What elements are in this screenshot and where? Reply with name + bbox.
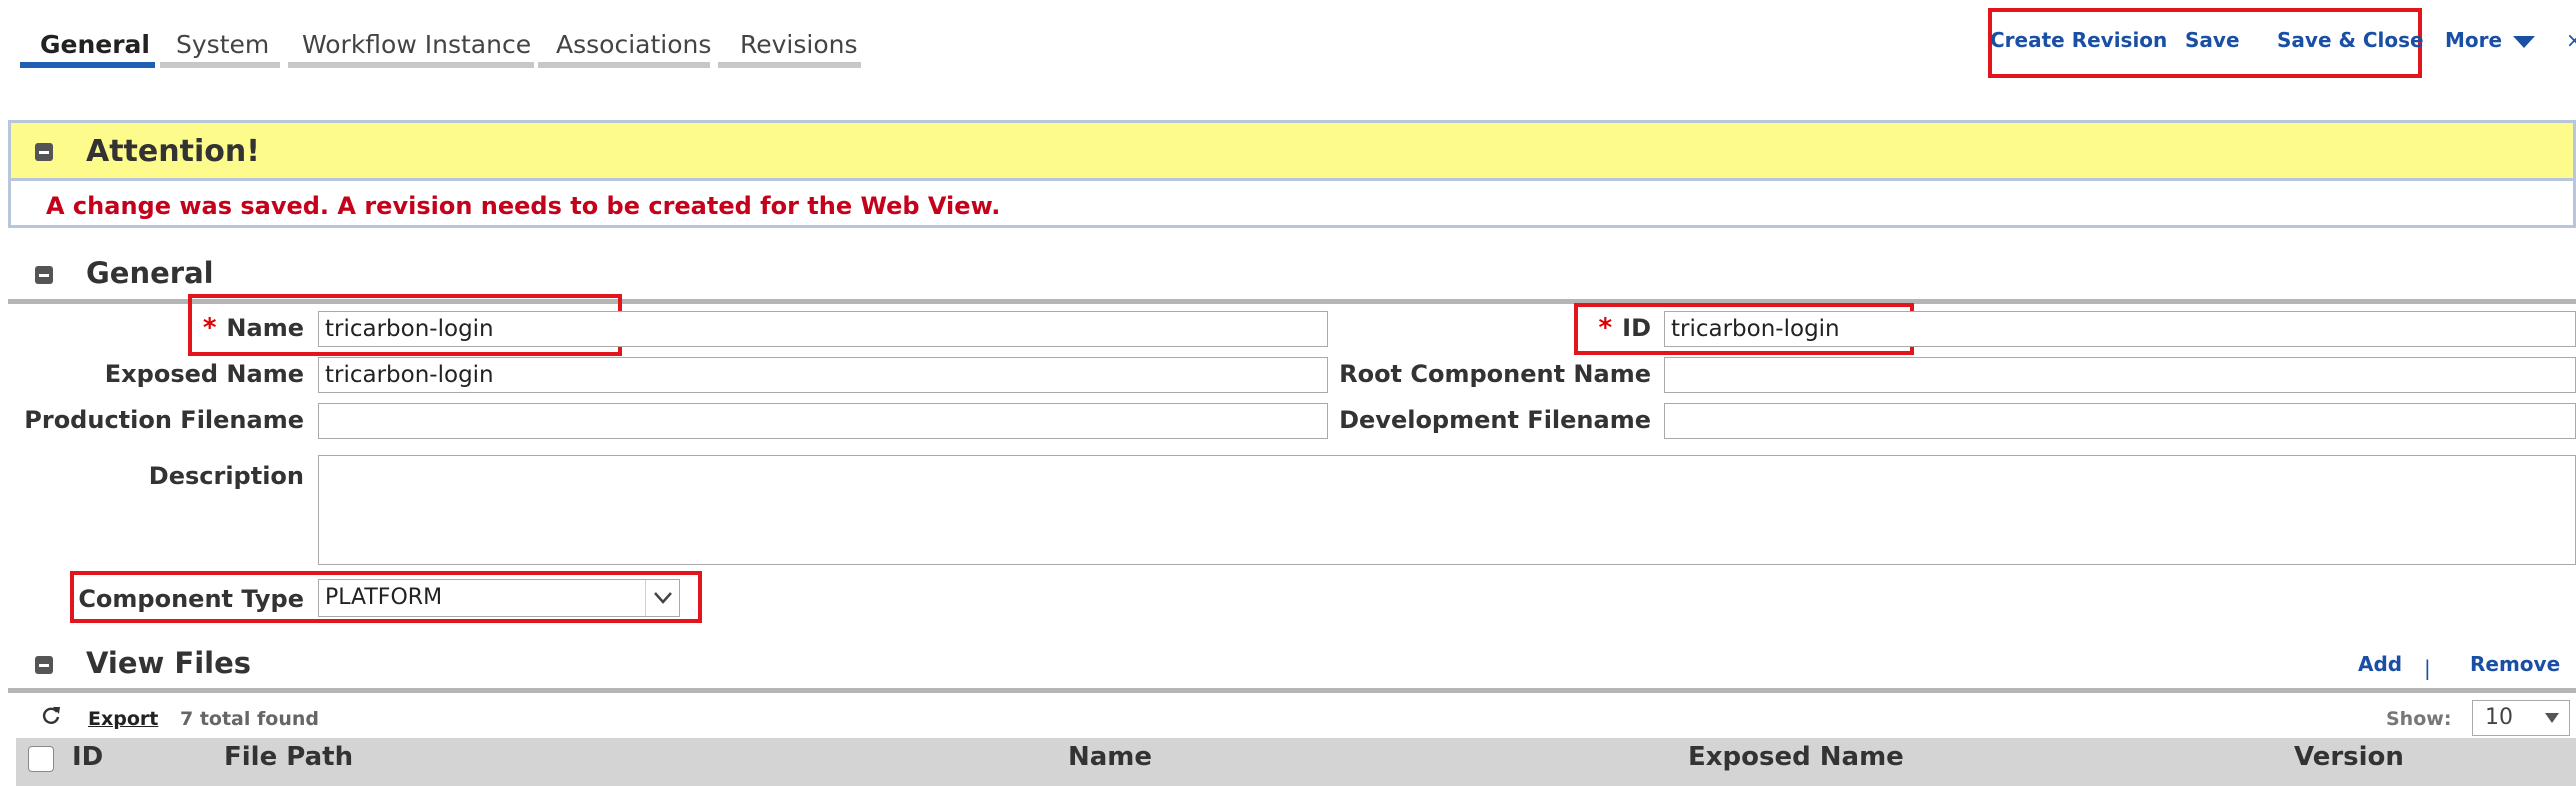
page-size-label: Show: — [2386, 708, 2452, 730]
tab-system-underline — [160, 62, 280, 68]
chevron-down-icon[interactable] — [653, 591, 673, 605]
component-type-label: Component Type — [78, 585, 304, 613]
exposed-name-field[interactable] — [318, 357, 1328, 393]
tab-workflow-instance-underline — [288, 62, 534, 68]
description-textarea[interactable] — [318, 455, 2576, 565]
collapse-general-icon[interactable] — [35, 266, 53, 284]
column-header-file-path[interactable]: File Path — [224, 742, 353, 772]
required-marker: * — [202, 313, 217, 343]
exposed-name-label: Exposed Name — [104, 360, 304, 388]
component-type-select[interactable]: PLATFORM — [318, 579, 680, 617]
tab-general[interactable]: General — [40, 30, 150, 59]
component-type-value: PLATFORM — [325, 585, 443, 610]
grid-header-row — [16, 738, 2576, 786]
column-header-version[interactable]: Version — [2294, 742, 2404, 772]
page-size-select[interactable]: 10 — [2472, 700, 2570, 736]
view-files-section-title: View Files — [86, 646, 252, 680]
tab-system[interactable]: System — [176, 30, 269, 59]
create-revision-button[interactable]: Create Revision — [1990, 28, 2167, 52]
name-label: * Name — [202, 313, 304, 343]
action-separator: | — [2424, 656, 2431, 680]
tab-general-underline — [20, 62, 155, 68]
chevron-down-icon — [2545, 713, 2559, 723]
tab-workflow-instance[interactable]: Workflow Instance — [302, 30, 531, 59]
total-found-count: 7 total found — [180, 708, 319, 730]
root-component-name-field[interactable] — [1664, 357, 2576, 393]
production-filename-field[interactable] — [318, 403, 1328, 439]
save-button[interactable]: Save — [2185, 28, 2240, 52]
collapse-view-files-icon[interactable] — [35, 656, 53, 674]
more-button[interactable]: More — [2445, 28, 2536, 52]
column-header-exposed-name[interactable]: Exposed Name — [1688, 742, 1904, 772]
root-component-name-label: Root Component Name — [1339, 360, 1651, 388]
view-files-divider — [8, 688, 2576, 693]
development-filename-field[interactable] — [1664, 403, 2576, 439]
tab-associations-underline — [538, 62, 710, 68]
name-field[interactable] — [318, 311, 1328, 347]
add-button[interactable]: Add — [2358, 652, 2402, 676]
select-divider — [645, 580, 646, 616]
production-filename-label: Production Filename — [24, 406, 304, 434]
remove-button[interactable]: Remove — [2470, 652, 2560, 676]
column-header-id[interactable]: ID — [72, 742, 103, 772]
column-header-name[interactable]: Name — [1068, 742, 1152, 772]
id-field[interactable] — [1664, 311, 2576, 347]
id-label: * ID — [1598, 313, 1651, 343]
general-section-title: General — [86, 256, 214, 290]
attention-header — [8, 120, 2576, 178]
tab-associations[interactable]: Associations — [556, 30, 711, 59]
save-close-button[interactable]: Save & Close — [2277, 28, 2424, 52]
required-marker: * — [1598, 313, 1613, 343]
attention-message: A change was saved. A revision needs to … — [46, 192, 1001, 220]
close-icon[interactable]: × — [2566, 28, 2576, 52]
attention-title: Attention! — [86, 134, 260, 169]
collapse-attention-icon[interactable] — [35, 143, 53, 161]
select-all-checkbox[interactable] — [28, 746, 54, 772]
tab-revisions-underline — [718, 62, 861, 68]
more-label: More — [2445, 28, 2503, 52]
tab-revisions[interactable]: Revisions — [740, 30, 858, 59]
description-label: Description — [148, 462, 304, 490]
chevron-down-icon — [2513, 35, 2536, 48]
page-size-value: 10 — [2485, 705, 2513, 730]
development-filename-label: Development Filename — [1339, 406, 1651, 434]
export-link[interactable]: Export — [88, 708, 158, 730]
refresh-icon[interactable] — [40, 704, 62, 726]
